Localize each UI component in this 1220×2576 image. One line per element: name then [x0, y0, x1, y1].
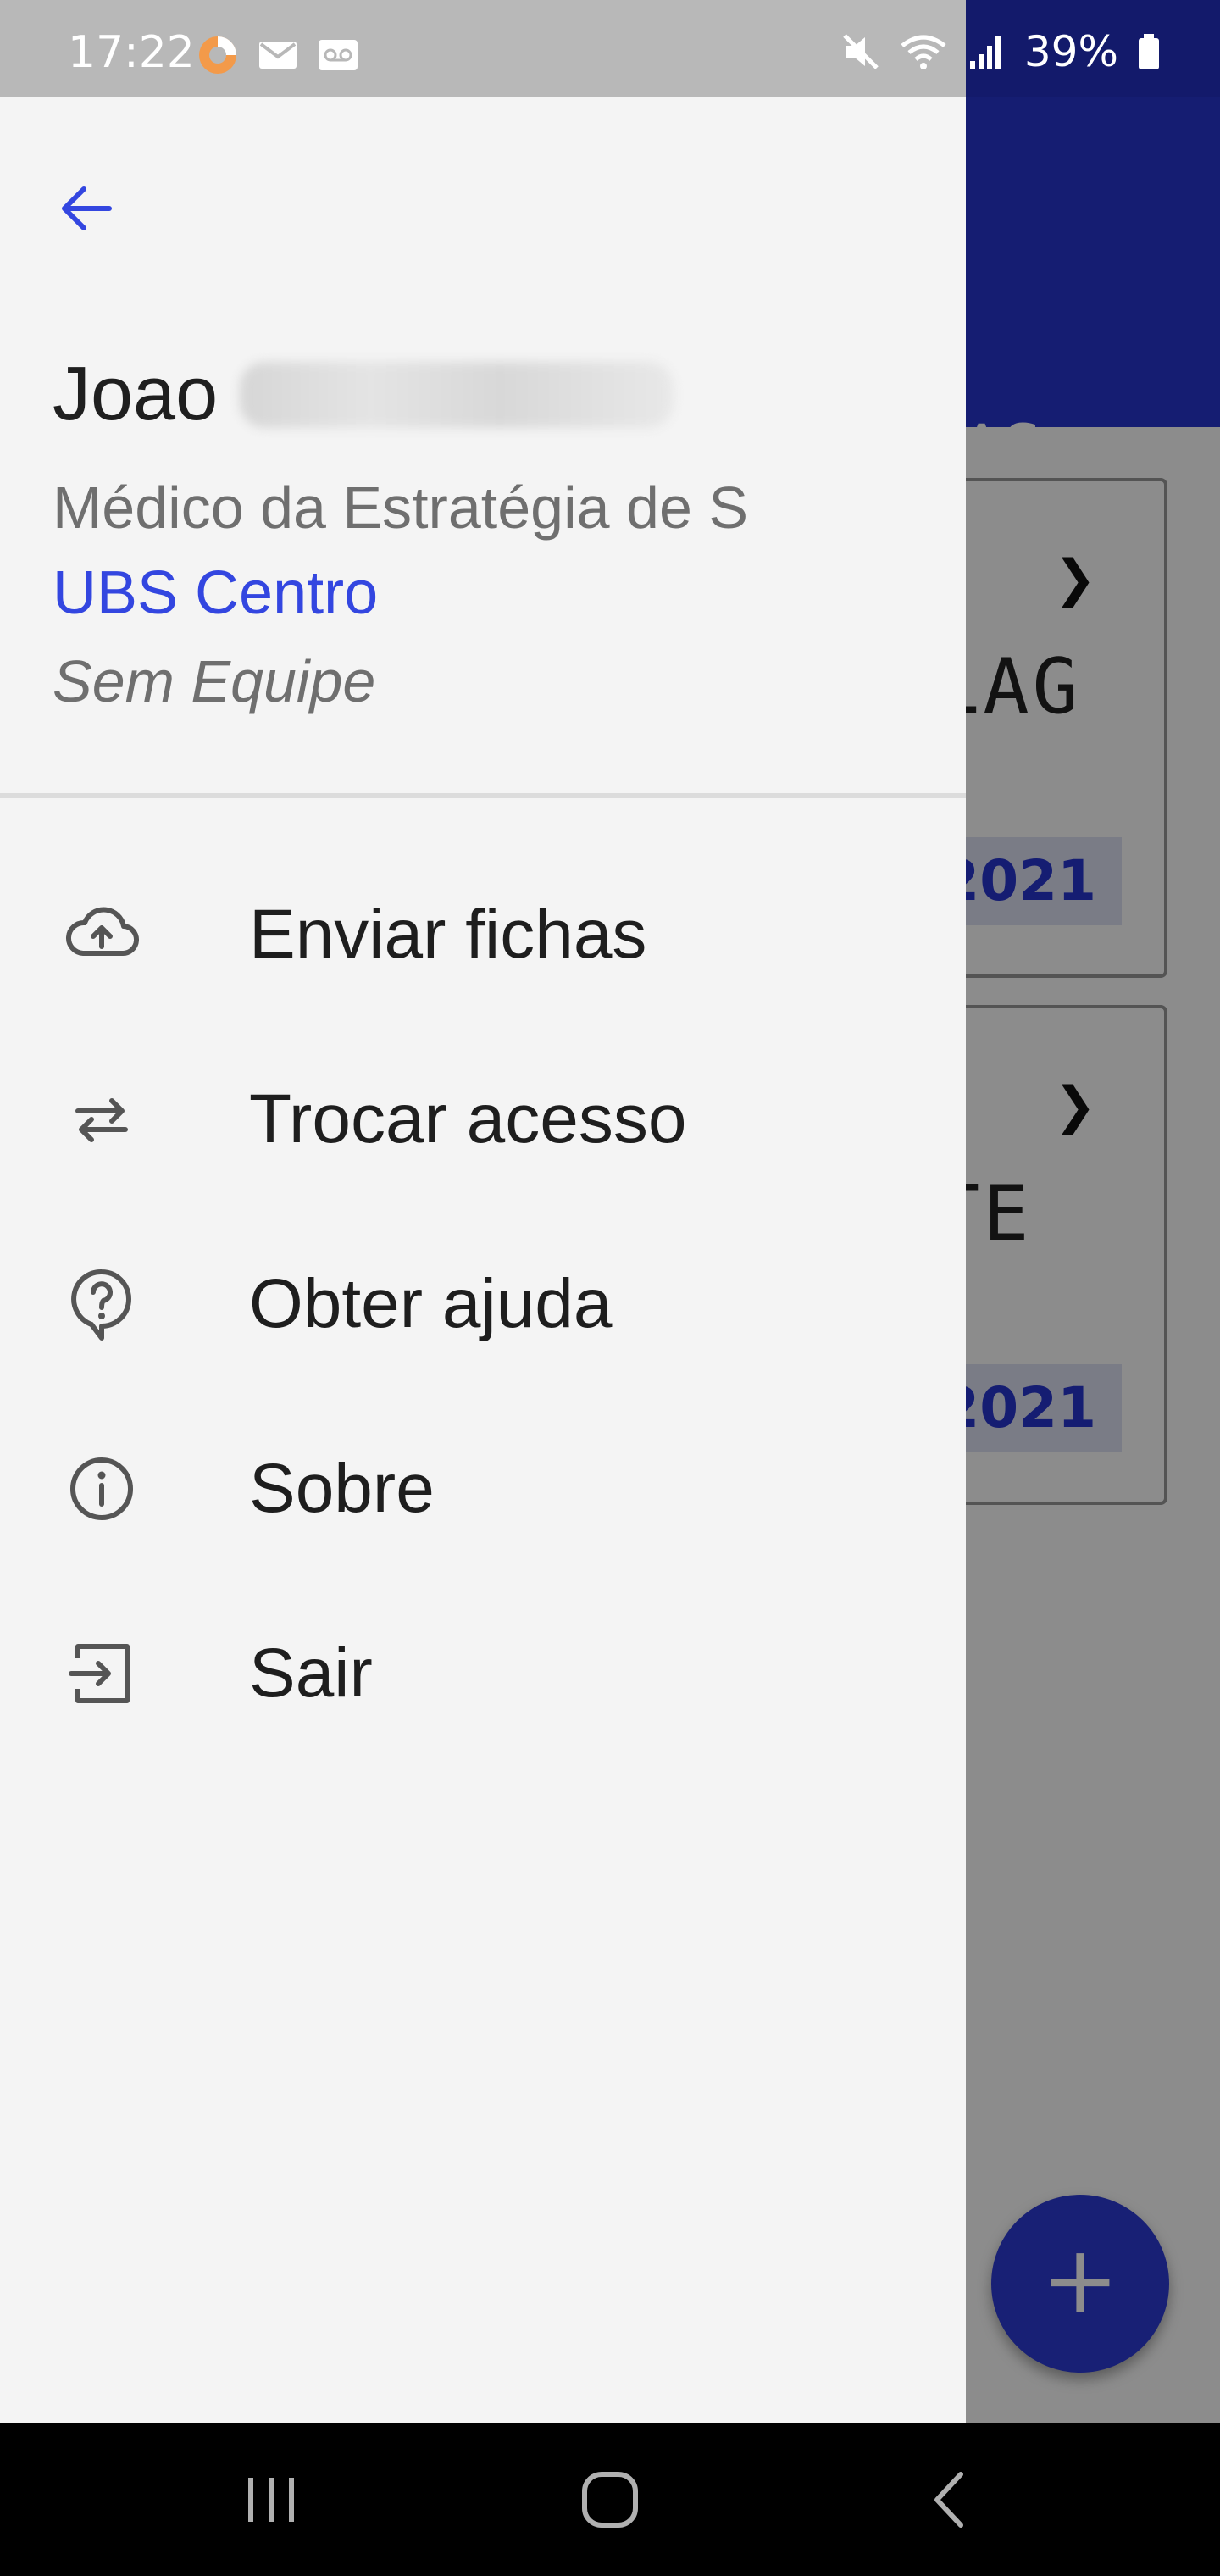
wifi-icon: [901, 35, 946, 69]
cloud-upload-icon: [59, 892, 144, 977]
divider: [0, 793, 966, 798]
menu-item-enviar-fichas[interactable]: Enviar fichas: [0, 842, 966, 1027]
email-icon: [259, 42, 297, 69]
menu-item-label: Sair: [249, 1635, 373, 1712]
signal-icon: [969, 36, 1001, 69]
pie-chart-icon: [199, 36, 236, 74]
mute-icon: [843, 34, 879, 69]
menu-item-label: Sobre: [249, 1450, 435, 1527]
swap-arrows-icon: [59, 1077, 144, 1162]
system-icons: 39%: [841, 27, 1161, 76]
menu-item-label: Obter ajuda: [249, 1265, 613, 1342]
user-team: Sem Equipe: [53, 648, 376, 714]
menu-item-sobre[interactable]: Sobre: [0, 1396, 966, 1581]
back-button[interactable]: [53, 175, 120, 242]
drawer-menu: Enviar fichas Trocar acesso Obter ajuda …: [0, 842, 966, 1766]
logout-icon: [59, 1631, 144, 1716]
screen: DAS ❯ ILAG 2021 ❯ NTE 2021 + 17:22: [0, 0, 1220, 2576]
user-role: Médico da Estratégia de S: [53, 475, 749, 541]
home-icon: [582, 2472, 638, 2528]
battery-icon: [1139, 34, 1159, 69]
menu-item-sair[interactable]: Sair: [0, 1581, 966, 1766]
user-name: Joao: [53, 352, 219, 436]
menu-item-trocar-acesso[interactable]: Trocar acesso: [0, 1027, 966, 1212]
navigation-drawer: Joao Médico da Estratégia de S UBS Centr…: [0, 97, 966, 2423]
notification-icons: [197, 34, 359, 76]
home-button[interactable]: [551, 2449, 669, 2551]
recents-icon: [248, 2478, 294, 2522]
battery-percent: 39%: [1023, 27, 1118, 76]
recents-button[interactable]: [212, 2449, 330, 2551]
system-navigation-bar: [0, 2423, 1220, 2576]
user-name-row: Joao: [53, 351, 674, 438]
voicemail-icon: [319, 40, 358, 70]
back-icon: [934, 2472, 963, 2528]
redacted-surname: [240, 361, 674, 428]
menu-item-label: Trocar acesso: [249, 1080, 687, 1158]
menu-item-obter-ajuda[interactable]: Obter ajuda: [0, 1212, 966, 1396]
user-unit: UBS Centro: [53, 559, 379, 627]
status-bar: 17:22 39%: [0, 0, 1220, 97]
status-time: 17:22: [68, 27, 195, 78]
info-icon: [59, 1446, 144, 1531]
help-bubble-icon: [59, 1262, 144, 1346]
back-nav-button[interactable]: [891, 2449, 1010, 2551]
arrow-left-icon: [62, 186, 112, 230]
menu-item-label: Enviar fichas: [249, 896, 647, 973]
